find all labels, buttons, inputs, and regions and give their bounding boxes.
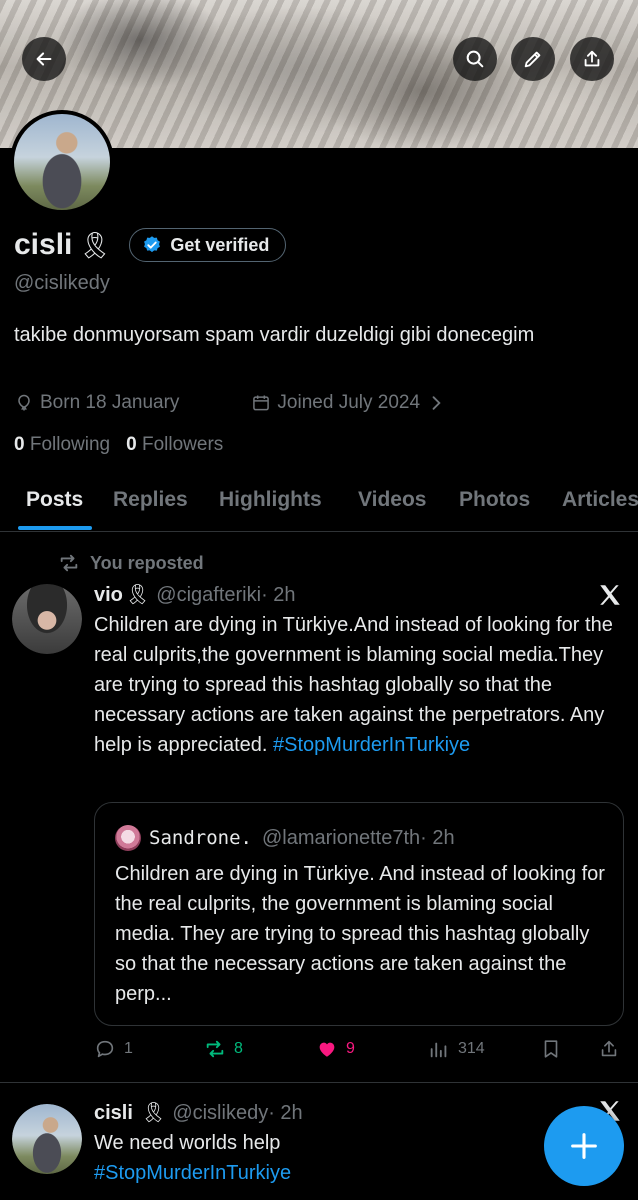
views-button[interactable]: 314 xyxy=(428,1038,485,1060)
ribbon-emoji: 🎗 xyxy=(78,229,112,260)
joined-info[interactable]: Joined July 2024 xyxy=(251,392,446,414)
born-text: Born 18 January xyxy=(40,392,180,413)
bookmark-icon xyxy=(544,1040,558,1058)
repost-indicator: You reposted xyxy=(58,552,204,574)
post-author-name[interactable]: cisli xyxy=(94,1102,133,1125)
profile-bio: takibe donmuyorsam spam vardir duzeldigi… xyxy=(14,324,535,346)
tab-photos[interactable]: Photos xyxy=(459,488,530,512)
post-author-handle[interactable]: @cislikedy xyxy=(172,1102,268,1125)
post-header: vio 🎗 @cigafteriki · 2h xyxy=(94,582,296,607)
active-tab-indicator xyxy=(18,526,92,530)
repost-button[interactable]: 8 xyxy=(204,1038,243,1060)
share-button[interactable] xyxy=(570,37,614,81)
post-actions: 1 8 9 314 xyxy=(94,1038,622,1068)
quote-text: Children are dying in Türkiye. And inste… xyxy=(115,863,605,1005)
followers-label: Followers xyxy=(141,434,224,455)
bookmark-button[interactable] xyxy=(540,1038,562,1060)
tab-highlights[interactable]: Highlights xyxy=(219,488,322,512)
tab-videos[interactable]: Videos xyxy=(358,488,426,512)
x-logo-icon xyxy=(600,585,620,605)
heart-icon xyxy=(319,1042,335,1057)
arrow-left-icon xyxy=(36,52,52,66)
get-verified-button[interactable]: Get verified xyxy=(129,228,287,262)
reply-icon xyxy=(96,1040,114,1058)
tab-articles[interactable]: Articles xyxy=(562,488,638,512)
profile-display-name: cisli xyxy=(14,228,73,261)
calendar-icon xyxy=(253,395,270,411)
post-divider xyxy=(0,1082,638,1083)
ribbon-emoji: 🎗 xyxy=(124,584,151,606)
post-body[interactable]: Children are dying in Türkiye.And instea… xyxy=(94,610,628,760)
followers-count: 0 xyxy=(126,434,137,455)
repost-icon xyxy=(60,554,78,572)
edit-button[interactable] xyxy=(511,37,555,81)
quote-time: · 2h xyxy=(420,826,455,849)
back-button[interactable] xyxy=(22,37,66,81)
post-time: · 2h xyxy=(268,1102,303,1124)
plus-icon xyxy=(571,1133,597,1159)
share-post-button[interactable] xyxy=(598,1038,620,1060)
repost-label: You reposted xyxy=(90,552,204,573)
post-body[interactable]: We need worlds help #StopMurderInTurkiye xyxy=(94,1128,534,1188)
quote-author-handle: @lamarionette7th xyxy=(261,826,421,849)
post-header: cisli 🎗 @cislikedy · 2h xyxy=(94,1100,303,1125)
view-count: 314 xyxy=(458,1040,485,1057)
chevron-right-icon xyxy=(432,396,441,410)
quote-author-name: Sandrone. xyxy=(149,827,252,849)
compose-post-button[interactable] xyxy=(544,1106,624,1186)
profile-avatar[interactable] xyxy=(10,110,114,214)
quote-author-avatar xyxy=(115,825,141,851)
repost-count: 8 xyxy=(234,1040,243,1057)
reply-count: 1 xyxy=(124,1040,133,1057)
birthday-info: Born 18 January xyxy=(14,392,179,414)
like-count: 9 xyxy=(346,1040,355,1057)
followers-link[interactable]: 0 Followers xyxy=(126,434,223,456)
reply-button[interactable]: 1 xyxy=(94,1038,133,1060)
post-author-name[interactable]: vio xyxy=(94,584,123,607)
share-icon xyxy=(584,50,600,67)
like-button[interactable]: 9 xyxy=(316,1038,355,1060)
hashtag-link[interactable]: #StopMurderInTurkiye xyxy=(94,1158,534,1188)
post-author-avatar[interactable] xyxy=(12,1104,82,1174)
views-chart-icon xyxy=(430,1042,447,1058)
profile-handle: @cislikedy xyxy=(14,272,110,294)
following-label: Following xyxy=(29,434,111,455)
hashtag-link[interactable]: #StopMurderInTurkiye xyxy=(273,734,470,756)
repost-icon xyxy=(206,1040,224,1058)
ribbon-emoji: 🎗 xyxy=(140,1102,167,1124)
share-icon xyxy=(601,1040,617,1057)
search-icon xyxy=(466,50,484,68)
pencil-icon xyxy=(524,51,541,68)
tab-replies[interactable]: Replies xyxy=(113,488,188,512)
joined-text: Joined July 2024 xyxy=(277,392,421,413)
get-verified-label: Get verified xyxy=(170,234,270,255)
post-text: We need worlds help xyxy=(94,1132,281,1154)
post-author-handle[interactable]: @cigafteriki xyxy=(156,584,261,607)
post-author-avatar[interactable] xyxy=(12,584,82,654)
following-count: 0 xyxy=(14,434,25,455)
balloon-icon xyxy=(18,394,30,411)
verified-badge-icon xyxy=(144,236,161,253)
search-button[interactable] xyxy=(453,37,497,81)
following-link[interactable]: 0 Following xyxy=(14,434,110,456)
quoted-post[interactable]: Sandrone. @lamarionette7th · 2h Children… xyxy=(94,802,624,1026)
profile-tabs: Posts Replies Highlights Videos Photos A… xyxy=(0,478,638,532)
tab-posts[interactable]: Posts xyxy=(26,488,83,512)
post-time: · 2h xyxy=(261,584,296,606)
